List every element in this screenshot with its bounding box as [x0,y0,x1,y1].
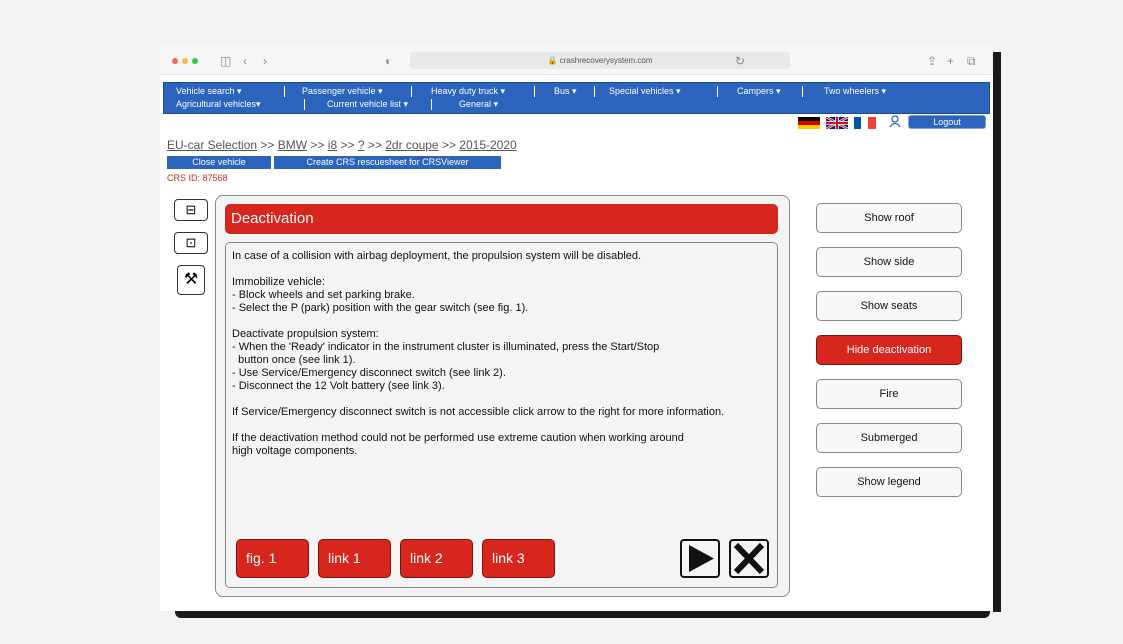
nav-passenger-vehicle[interactable]: Passenger vehicle ▾ [302,86,383,97]
nav-bus[interactable]: Bus ▾ [554,86,577,97]
url-text: crashrecoverysystem.com [559,56,653,65]
nav-divider [304,99,305,110]
text-line: - Disconnect the 12 Volt battery (see li… [232,380,445,392]
minimize-dot-icon[interactable] [182,58,188,64]
breadcrumb-sep: >> [367,138,382,152]
text-line: If the deactivation method could not be … [232,432,684,444]
next-arrow-button[interactable] [680,539,720,578]
nav-divider [411,86,412,97]
breadcrumb-sep: >> [441,138,456,152]
french-flag-icon[interactable] [854,116,876,129]
sidebar-icon[interactable]: ◫ [220,54,231,68]
text-line: In case of a collision with airbag deplo… [232,250,642,262]
close-panel-button[interactable] [729,539,769,578]
nav-agricultural-vehicles[interactable]: Agricultural vehicles▾ [176,99,261,110]
panel-body: In case of a collision with airbag deplo… [225,242,778,588]
crs-id: CRS ID: 87568 [167,173,228,183]
breadcrumb-body[interactable]: 2dr coupe [385,138,438,152]
nav-divider [802,86,803,97]
nav-vehicle-search[interactable]: Vehicle search ▾ [176,86,242,97]
submerged-button[interactable]: Submerged [816,423,962,453]
text-line: - When the 'Ready' indicator in the inst… [232,341,660,353]
show-seats-button[interactable]: Show seats [816,291,962,321]
text-line: - Block wheels and set parking brake. [232,289,415,301]
nav-divider [284,86,285,97]
close-x-icon [733,542,765,575]
breadcrumb-sep: >> [260,138,275,152]
nav-divider [594,86,595,97]
nav-heavy-duty-truck[interactable]: Heavy duty truck ▾ [431,86,505,97]
privacy-icon[interactable]: ◐ [385,54,392,68]
car-top-view-icon[interactable]: ⊟ [174,199,208,221]
text-line: - Use Service/Emergency disconnect switc… [232,367,506,379]
show-side-button[interactable]: Show side [816,247,962,277]
car-side-view-icon[interactable]: ⊡ [174,232,208,254]
share-icon[interactable]: ⇪ [927,54,937,68]
panel-title: Deactivation [225,204,778,234]
fig-1-button[interactable]: fig. 1 [236,539,309,578]
forward-icon[interactable]: › [263,54,267,68]
rescue-tool-icon[interactable]: ⚒ [177,265,205,295]
reload-icon[interactable]: ↻ [735,54,745,68]
deactivation-text: In case of a collision with airbag deplo… [232,250,772,458]
close-dot-icon[interactable] [172,58,178,64]
hide-deactivation-button[interactable]: Hide deactivation [816,335,962,365]
deactivation-panel: Deactivation In case of a collision with… [215,195,790,597]
german-flag-icon[interactable] [798,116,820,129]
back-icon[interactable]: ‹ [243,54,247,68]
browser-titlebar: ◫ ‹ › ◐ 🔒 crashrecoverysystem.com ↻ ⇪ + … [160,45,993,75]
show-roof-button[interactable]: Show roof [816,203,962,233]
link-3-button[interactable]: link 3 [482,539,555,578]
breadcrumb-sep: >> [340,138,355,152]
user-icon[interactable] [888,114,902,128]
maximize-dot-icon[interactable] [192,58,198,64]
window-shadow [175,610,990,618]
nav-divider [534,86,535,97]
logout-button[interactable]: Logout [908,115,986,129]
main-nav: Vehicle search ▾ Passenger vehicle ▾ Hea… [163,82,990,114]
breadcrumb-model[interactable]: i8 [328,138,337,152]
new-tab-icon[interactable]: + [947,54,954,68]
close-vehicle-button[interactable]: Close vehicle [167,156,271,169]
nav-divider [431,99,432,110]
uk-flag-icon[interactable] [825,115,849,131]
show-legend-button[interactable]: Show legend [816,467,962,497]
text-line: Immobilize vehicle: [232,276,325,288]
breadcrumb-sep: >> [310,138,325,152]
link-2-button[interactable]: link 2 [400,539,473,578]
nav-special-vehicles[interactable]: Special vehicles ▾ [609,86,681,97]
text-line: Deactivate propulsion system: [232,328,379,340]
nav-general[interactable]: General ▾ [459,99,498,110]
address-bar[interactable]: 🔒 crashrecoverysystem.com [410,52,790,69]
text-line: button once (see link 1). [232,354,356,366]
breadcrumb-years[interactable]: 2015-2020 [459,138,516,152]
nav-two-wheelers[interactable]: Two wheelers ▾ [824,86,886,97]
link-1-button[interactable]: link 1 [318,539,391,578]
nav-current-vehicle-list[interactable]: Current vehicle list ▾ [327,99,408,110]
text-line: high voltage components. [232,445,358,457]
create-rescuesheet-button[interactable]: Create CRS rescuesheet for CRSViewer [274,156,501,169]
text-line: - Select the P (park) position with the … [232,302,529,314]
breadcrumb-brand[interactable]: BMW [278,138,307,152]
browser-window: ◫ ‹ › ◐ 🔒 crashrecoverysystem.com ↻ ⇪ + … [160,45,993,611]
window-shadow [993,52,1001,612]
fire-button[interactable]: Fire [816,379,962,409]
nav-campers[interactable]: Campers ▾ [737,86,781,97]
text-line: If Service/Emergency disconnect switch i… [232,406,725,418]
breadcrumb-root[interactable]: EU-car Selection [167,138,257,152]
play-arrow-icon [689,545,714,572]
tabs-icon[interactable]: ⧉ [967,54,976,69]
breadcrumb-variant[interactable]: ? [358,138,365,152]
breadcrumb: EU-car Selection >> BMW >> i8 >> ? >> 2d… [167,138,517,152]
nav-divider [717,86,718,97]
